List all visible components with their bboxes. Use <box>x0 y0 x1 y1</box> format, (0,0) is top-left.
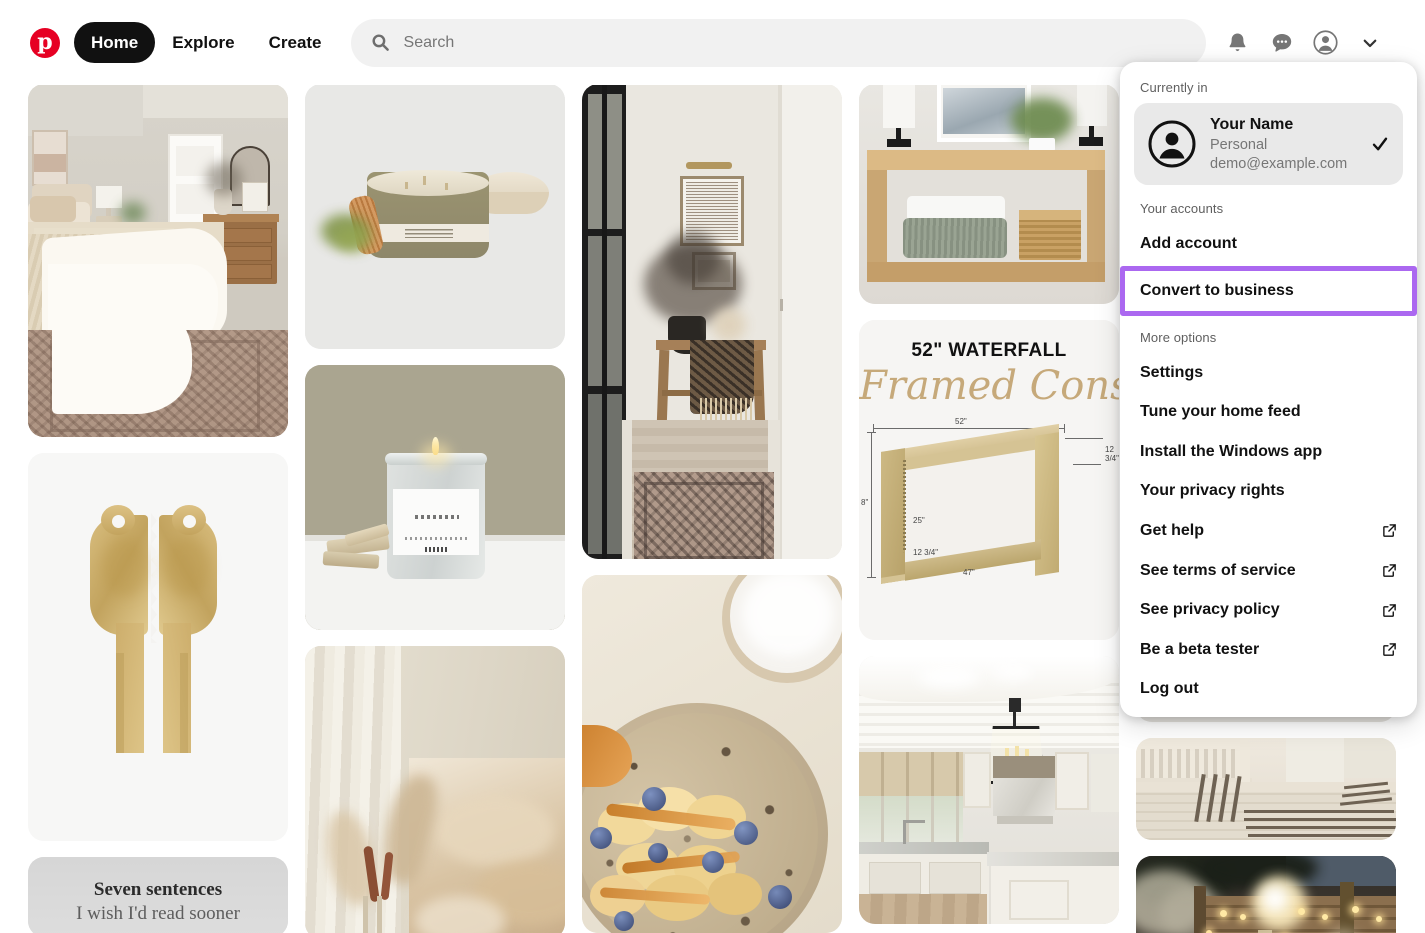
account-type: Personal <box>1210 136 1268 153</box>
white-kitchen-pin[interactable] <box>859 656 1119 924</box>
pin-image <box>582 575 842 933</box>
dim-label-top: 52" <box>955 417 967 426</box>
chevron-down-icon[interactable] <box>1348 21 1392 65</box>
pin-image <box>305 646 565 933</box>
user-avatar-icon <box>1148 120 1196 168</box>
menu-item-see-privacy-policy[interactable]: See privacy policy <box>1120 590 1417 630</box>
dim-label-height: 8" <box>861 498 869 507</box>
grid-column-2 <box>305 84 565 933</box>
menu-item-label: Tune your home feed <box>1140 403 1301 421</box>
deck-stairs-pin[interactable] <box>1136 738 1396 840</box>
pin-image <box>305 84 565 349</box>
nav-item-create[interactable]: Create <box>252 22 339 64</box>
currently-in-label: Currently in <box>1140 80 1208 95</box>
grid-column-1: Seven sentences I wish I'd read sooner <box>28 84 288 933</box>
external-link-icon <box>1382 563 1397 578</box>
dim-label-depth: 12 3/4" <box>1105 445 1119 463</box>
menu-item-label: Install the Windows app <box>1140 442 1323 460</box>
search-icon <box>371 33 390 52</box>
pin-image <box>1136 856 1396 933</box>
dim-label-inner-height: 25" <box>913 516 925 525</box>
seven-sentences-quote-pin[interactable]: Seven sentences I wish I'd read sooner <box>28 857 288 933</box>
external-link-icon <box>1382 523 1397 538</box>
nav-item-home[interactable]: Home <box>74 21 156 64</box>
menu-item-label: Be a beta tester <box>1140 640 1260 658</box>
pinterest-logo-icon[interactable]: p <box>30 27 60 58</box>
entry-hallway-pin[interactable] <box>582 84 842 559</box>
external-link-icon <box>1382 603 1397 618</box>
current-account-row[interactable]: Your Name Personal demo@example.com <box>1134 103 1403 186</box>
menu-item-convert-to-business[interactable]: Convert to business <box>1120 266 1417 316</box>
search-bar[interactable] <box>350 18 1206 67</box>
pin-image <box>1136 738 1396 840</box>
menu-item-label: Your privacy rights <box>1140 482 1285 500</box>
menu-item-add-account[interactable]: Add account <box>1120 224 1417 264</box>
patio-string-lights-pin[interactable] <box>1136 856 1396 933</box>
menu-item-log-out[interactable]: Log out <box>1120 669 1417 709</box>
heart-keys-pin[interactable] <box>28 453 288 841</box>
account-email: demo@example.com <box>1210 155 1348 172</box>
bedroom-interior-pin[interactable] <box>28 84 288 437</box>
pinterest-logo-glyph: p <box>37 28 53 55</box>
pampas-grass-pin[interactable] <box>305 646 565 933</box>
menu-item-label: See privacy policy <box>1140 601 1280 619</box>
menu-item-be-a-beta-tester[interactable]: Be a beta tester <box>1120 630 1417 670</box>
profile-avatar-icon[interactable] <box>1304 21 1348 65</box>
external-link-icon <box>1382 642 1397 657</box>
pin-image <box>28 84 288 437</box>
pin-image <box>859 656 1119 924</box>
pin-image <box>859 84 1119 304</box>
mini-pancakes-bowl-pin[interactable] <box>582 575 842 933</box>
menu-item-your-privacy-rights[interactable]: Your privacy rights <box>1120 471 1417 511</box>
notifications-bell-icon[interactable] <box>1216 21 1260 65</box>
menu-item-label: Log out <box>1140 680 1199 698</box>
grid-column-3 <box>582 84 842 933</box>
waterfall-console-plan-pin[interactable]: 52" WATERFALL Framed Console 52" 12 3/4"… <box>859 320 1119 640</box>
menu-item-get-help[interactable]: Get help <box>1120 511 1417 551</box>
wood-console-shelf-pin[interactable] <box>859 84 1119 304</box>
pin-image <box>28 453 288 841</box>
pin-image <box>305 365 565 630</box>
palo-santo-candle-pin[interactable] <box>305 365 565 630</box>
menu-item-settings[interactable]: Settings <box>1120 353 1417 393</box>
pin-image <box>582 84 842 559</box>
grid-column-4: 52" WATERFALL Framed Console 52" 12 3/4"… <box>859 84 1119 933</box>
search-input[interactable] <box>403 33 1186 52</box>
messages-chat-icon[interactable] <box>1260 21 1304 65</box>
dim-label-inner-depth: 12 3/4" <box>913 548 939 557</box>
menu-item-label: Add account <box>1140 235 1237 253</box>
pin-image <box>859 320 1119 640</box>
vetiver-candle-tin-pin[interactable] <box>305 84 565 349</box>
account-text-block: Your Name Personal demo@example.com <box>1210 115 1365 173</box>
dim-label-bottom: 47" <box>963 568 975 577</box>
menu-item-label: Settings <box>1140 363 1204 381</box>
menu-item-label: See terms of service <box>1140 561 1296 579</box>
menu-item-label: Convert to business <box>1140 282 1294 300</box>
account-name: Your Name <box>1210 116 1294 133</box>
menu-item-label: Get help <box>1140 522 1205 540</box>
nav-item-explore[interactable]: Explore <box>155 22 251 64</box>
your-accounts-label: Your accounts <box>1140 201 1224 217</box>
menu-item-tune-your-home-feed[interactable]: Tune your home feed <box>1120 392 1417 432</box>
pin-image <box>28 857 288 933</box>
more-options-label: More options <box>1140 329 1217 345</box>
checkmark-icon <box>1371 135 1389 153</box>
menu-item-install-the-windows-app[interactable]: Install the Windows app <box>1120 432 1417 472</box>
menu-item-see-terms-of-service[interactable]: See terms of service <box>1120 551 1417 591</box>
account-options-dropdown: Currently in Your Name Personal demo@exa… <box>1120 62 1417 718</box>
